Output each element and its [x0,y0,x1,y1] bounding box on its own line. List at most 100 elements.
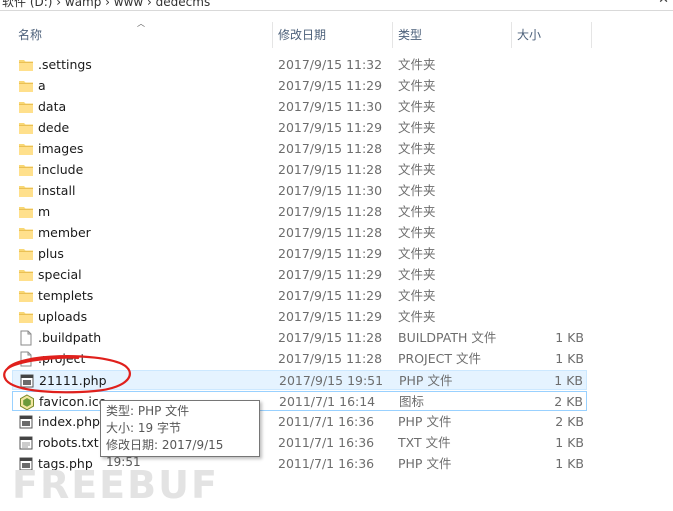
file-row[interactable]: .buildpath 2017/9/15 11:28 BUILDPATH 文件 1 K… [12,328,587,348]
column-type[interactable]: 类型 [398,22,422,48]
file-date: 2011/7/1 16:36 [278,414,375,429]
file-size: 2 KB [555,414,584,429]
file-type: 图标 [399,394,425,409]
file-size: 1 KB [555,351,584,366]
address-path[interactable]: 软件 (D:) › wamp › www › dedecms [2,0,210,10]
close-icon[interactable]: ✕ [658,0,669,7]
file-name: robots.txt [38,435,99,450]
file-date: 2017/9/15 11:28 [278,204,383,219]
sort-ascending-icon: ︿ [137,19,145,28]
file-name: 21111.php [39,373,107,388]
file-tooltip: 类型: PHP 文件 大小: 19 字节 修改日期: 2017/9/15 19:… [100,400,260,469]
address-bar[interactable]: 软件 (D:) › wamp › www › dedecms ✕ [0,0,673,11]
folder-icon [18,162,34,178]
file-row[interactable]: robots.txt 2011/7/1 16:36 TXT 文件 1 KB [12,433,587,453]
file-row[interactable]: 21111.php 2017/9/15 19:51 PHP 文件 1 KB [12,370,587,390]
column-divider[interactable] [272,22,273,48]
file-row[interactable]: favicon.ico 2011/7/1 16:14 图标 2 KB [12,391,587,411]
watermark: FREEBUF [12,463,219,507]
column-divider[interactable] [392,22,393,48]
folder-icon [18,57,34,73]
column-divider[interactable] [591,22,592,48]
file-name: templets [38,288,94,303]
file-type: 文件夹 [398,204,436,219]
file-type: BUILDPATH 文件 [398,330,497,345]
file-name: plus [38,246,64,261]
tooltip-type: 类型: PHP 文件 [106,404,190,418]
file-row[interactable]: plus 2017/9/15 11:29 文件夹 [12,244,587,264]
file-name: include [38,162,84,177]
file-row[interactable]: .settings 2017/9/15 11:32 文件夹 [12,55,587,75]
file-name: images [38,141,84,156]
file-type: PHP 文件 [399,373,453,388]
column-date[interactable]: 修改日期 [278,22,326,48]
file-date: 2017/9/15 11:28 [278,225,383,240]
folder-icon [18,204,34,220]
file-row[interactable]: a 2017/9/15 11:29 文件夹 [12,76,587,96]
folder-icon [18,267,34,283]
file-type: 文件夹 [398,57,436,72]
file-name: .project [38,351,86,366]
file-size: 1 KB [555,456,584,471]
php-file-icon [19,373,35,389]
file-type: TXT 文件 [398,435,451,450]
column-divider[interactable] [511,22,512,48]
file-name: .buildpath [38,330,102,345]
file-row[interactable]: templets 2017/9/15 11:29 文件夹 [12,286,587,306]
file-date: 2017/9/15 11:32 [278,57,383,72]
file-name: favicon.ico [39,394,107,409]
file-row[interactable]: .project 2017/9/15 11:28 PROJECT 文件 1 KB [12,349,587,369]
file-type: 文件夹 [398,267,436,282]
file-name: uploads [38,309,88,324]
folder-icon [18,183,34,199]
text-file-icon [18,435,34,451]
file-name: special [38,267,82,282]
file-row[interactable]: images 2017/9/15 11:28 文件夹 [12,139,587,159]
file-icon [18,330,34,346]
file-type: 文件夹 [398,120,436,135]
folder-icon [18,120,34,136]
file-date: 2017/9/15 11:29 [278,120,383,135]
folder-icon [18,99,34,115]
file-date: 2017/9/15 19:51 [279,373,384,388]
file-type: 文件夹 [398,141,436,156]
file-size: 1 KB [554,373,583,388]
file-row[interactable]: index.php 2011/7/1 16:36 PHP 文件 2 KB [12,412,587,432]
folder-icon [18,225,34,241]
file-name: m [38,204,51,219]
file-size: 2 KB [554,394,583,409]
favicon-icon [19,394,35,411]
file-type: PHP 文件 [398,414,452,429]
file-name: install [38,183,76,198]
folder-icon [18,309,34,325]
file-row[interactable]: data 2017/9/15 11:30 文件夹 [12,97,587,117]
file-name: a [38,78,46,93]
column-name[interactable]: 名称 [18,22,42,48]
file-date: 2017/9/15 11:30 [278,183,383,198]
file-type: PROJECT 文件 [398,351,481,366]
file-row[interactable]: m 2017/9/15 11:28 文件夹 [12,202,587,222]
file-row[interactable]: special 2017/9/15 11:29 文件夹 [12,265,587,285]
file-row[interactable]: uploads 2017/9/15 11:29 文件夹 [12,307,587,327]
column-size[interactable]: 大小 [517,22,541,48]
folder-icon [18,246,34,262]
file-name: dede [38,120,70,135]
file-row[interactable]: install 2017/9/15 11:30 文件夹 [12,181,587,201]
folder-icon [18,78,34,94]
file-date: 2017/9/15 11:29 [278,309,383,324]
file-size: 1 KB [555,330,584,345]
file-row[interactable]: include 2017/9/15 11:28 文件夹 [12,160,587,180]
file-date: 2017/9/15 11:29 [278,246,383,261]
file-type: 文件夹 [398,78,436,93]
file-size: 1 KB [555,435,584,450]
file-type: 文件夹 [398,309,436,324]
file-type: 文件夹 [398,225,436,240]
file-date: 2017/9/15 11:29 [278,288,383,303]
file-date: 2017/9/15 11:28 [278,351,383,366]
file-date: 2017/9/15 11:28 [278,141,383,156]
php-file-icon [18,414,34,430]
file-date: 2017/9/15 11:29 [278,78,383,93]
file-row[interactable]: member 2017/9/15 11:28 文件夹 [12,223,587,243]
folder-icon [18,288,34,304]
file-row[interactable]: dede 2017/9/15 11:29 文件夹 [12,118,587,138]
